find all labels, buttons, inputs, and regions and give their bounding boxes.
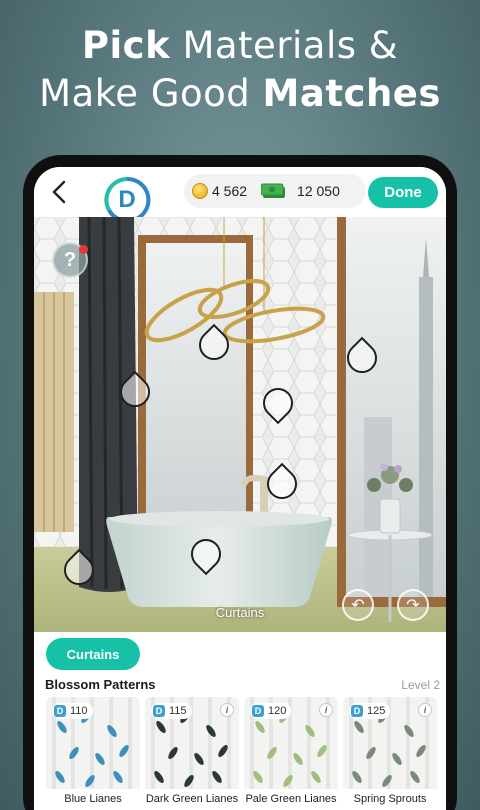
material-cards: D 110 Blue Lianes D 115 i Dark Green Liane… <box>46 697 446 810</box>
back-button[interactable] <box>44 177 74 207</box>
currency-bar: 4 562 12 050 <box>184 174 366 208</box>
rotate-right-icon: ↷ <box>406 597 420 614</box>
bathroom-illustration <box>34 217 446 632</box>
headline-line-1: Pick Materials & <box>81 24 399 67</box>
price-badge: D 115 <box>151 703 192 719</box>
designer-point-icon: D <box>54 705 66 717</box>
material-card[interactable]: D 125 i Spring Sprouts <box>343 697 437 809</box>
material-card[interactable]: D 120 i Pale Green Lianes <box>244 697 338 809</box>
collection-title: Blossom Patterns <box>45 677 156 692</box>
material-name: Pale Green Lianes <box>244 789 338 809</box>
price-badge: D 125 <box>349 703 391 719</box>
cash-icon <box>261 183 286 198</box>
promo-headline: Pick Materials & Make Good Matches <box>0 22 480 118</box>
done-button[interactable]: Done <box>368 177 438 208</box>
price-badge: D 110 <box>52 703 93 719</box>
app-screen: D 4 562 12 050 Done ? Curtains ↶ ↷ Curta… <box>34 167 446 810</box>
material-name: Spring Sprouts <box>343 789 437 809</box>
coin-balance: 4 562 <box>212 183 248 199</box>
material-card[interactable]: D 110 Blue Lianes <box>46 697 140 809</box>
collection-level: Level 2 <box>401 678 440 692</box>
info-icon[interactable]: i <box>319 703 333 717</box>
rotate-left-button[interactable]: ↶ <box>342 589 374 621</box>
selected-object-label: Curtains <box>215 605 265 620</box>
cash-balance: 12 050 <box>297 183 340 199</box>
info-icon[interactable]: i <box>418 703 432 717</box>
headline-line-2: Make Good Matches <box>39 72 441 115</box>
coin-icon <box>192 183 208 199</box>
tab-curtains[interactable]: Curtains <box>46 638 140 670</box>
top-bar: D 4 562 12 050 Done <box>34 167 446 223</box>
material-card[interactable]: D 115 i Dark Green Lianes <box>145 697 239 809</box>
designer-point-icon: D <box>351 705 363 717</box>
price-badge: D 120 <box>250 703 292 719</box>
info-icon[interactable]: i <box>220 703 234 717</box>
designer-point-icon: D <box>252 705 264 717</box>
room-scene[interactable]: ? Curtains ↶ ↷ <box>34 217 446 632</box>
back-arrow-icon <box>52 180 66 204</box>
material-name: Dark Green Lianes <box>145 789 239 809</box>
designer-point-icon: D <box>153 705 165 717</box>
notification-dot <box>79 245 88 254</box>
rotate-right-button[interactable]: ↷ <box>397 589 429 621</box>
material-name: Blue Lianes <box>46 789 140 809</box>
rotate-left-icon: ↶ <box>351 597 365 614</box>
